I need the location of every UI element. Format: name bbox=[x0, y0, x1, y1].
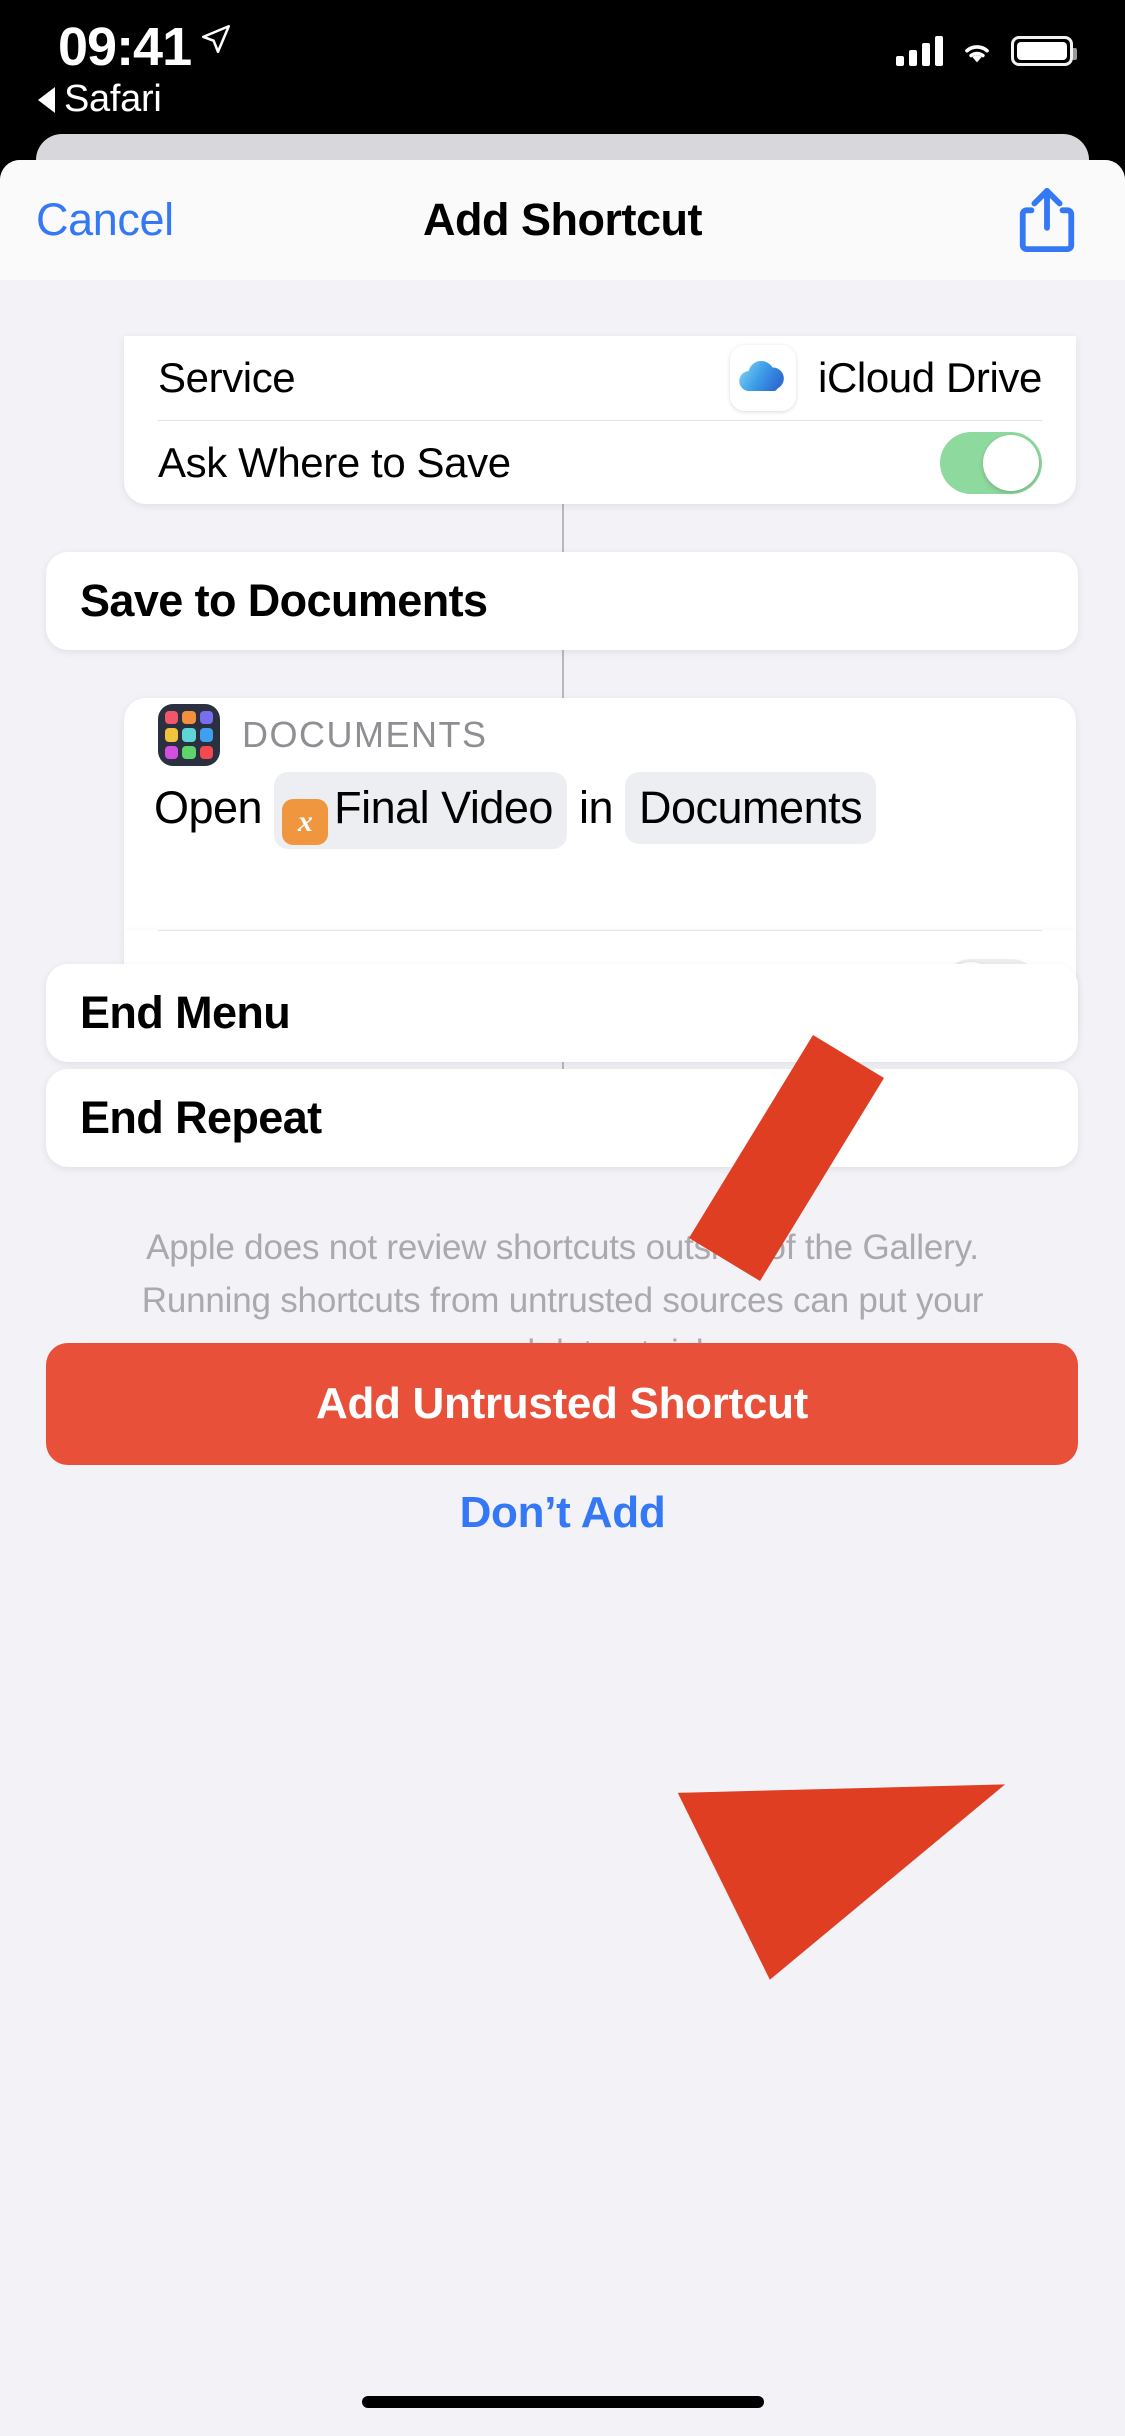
open-middle-word: in bbox=[578, 782, 614, 833]
target-app-token[interactable]: Documents bbox=[625, 772, 877, 844]
end-repeat-action-card[interactable]: End Repeat bbox=[46, 1069, 1078, 1167]
save-to-documents-label: Save to Documents bbox=[80, 575, 488, 626]
home-indicator bbox=[361, 2396, 764, 2408]
sheet-navigation-bar: Cancel Add Shortcut bbox=[0, 160, 1125, 280]
status-bar-time: 09:41 bbox=[58, 17, 192, 77]
open-prefix: Open bbox=[154, 782, 263, 833]
dont-add-button[interactable]: Don’t Add bbox=[0, 1488, 1125, 1538]
icloud-drive-icon bbox=[730, 345, 797, 411]
variable-chip-icon: x bbox=[282, 799, 329, 845]
back-link-label: Safari bbox=[64, 78, 162, 120]
service-value[interactable]: iCloud Drive bbox=[730, 345, 1042, 411]
ask-where-to-save-label: Ask Where to Save bbox=[158, 438, 511, 486]
back-triangle-icon bbox=[38, 86, 55, 113]
save-file-action-card[interactable]: Service iCloud Drive Ask Where to Save bbox=[124, 336, 1076, 504]
documents-app-name: DOCUMENTS bbox=[242, 714, 488, 755]
ask-where-to-save-toggle[interactable] bbox=[940, 431, 1042, 494]
end-repeat-label: End Repeat bbox=[80, 1092, 322, 1143]
location-arrow-icon bbox=[201, 24, 231, 54]
open-action-description: Open x Final Video in Documents bbox=[124, 772, 1076, 849]
status-bar-indicators bbox=[896, 26, 1077, 66]
page-title: Add Shortcut bbox=[423, 194, 702, 245]
service-row[interactable]: Service iCloud Drive bbox=[124, 336, 1076, 420]
back-to-safari-link[interactable]: Safari bbox=[38, 78, 162, 121]
wifi-icon bbox=[965, 45, 989, 63]
add-shortcut-sheet: Cancel Add Shortcut Service iCloud Drive… bbox=[0, 160, 1125, 2436]
status-bar: 09:41 bbox=[0, 0, 1125, 132]
documents-app-icon bbox=[158, 704, 220, 766]
end-menu-row[interactable]: End Menu bbox=[46, 964, 1078, 1062]
documents-app-header: DOCUMENTS bbox=[124, 698, 1076, 772]
variable-name: Final Video bbox=[334, 782, 553, 833]
save-to-documents-action-card[interactable]: Save to Documents bbox=[46, 552, 1078, 650]
toggle-knob bbox=[983, 434, 1039, 491]
end-repeat-row[interactable]: End Repeat bbox=[46, 1069, 1078, 1167]
share-icon[interactable] bbox=[1019, 187, 1075, 253]
service-value-label: iCloud Drive bbox=[818, 354, 1042, 401]
documents-open-action-card[interactable]: DOCUMENTS Open x Final Video in Documents bbox=[124, 698, 1076, 930]
save-to-documents-row[interactable]: Save to Documents bbox=[46, 552, 1078, 650]
iphone-screen: 09:41 Safari Cancel Add Shortcut Service… bbox=[0, 0, 1125, 2436]
variable-token[interactable]: x Final Video bbox=[274, 772, 567, 849]
end-menu-action-card[interactable]: End Menu bbox=[46, 964, 1078, 1062]
signal-bars-icon bbox=[896, 36, 943, 66]
ask-where-to-save-row[interactable]: Ask Where to Save bbox=[124, 421, 1076, 504]
service-label: Service bbox=[158, 354, 296, 401]
battery-icon bbox=[1011, 36, 1077, 66]
add-untrusted-shortcut-button[interactable]: Add Untrusted Shortcut bbox=[46, 1343, 1078, 1465]
end-menu-label: End Menu bbox=[80, 987, 291, 1038]
cancel-button[interactable]: Cancel bbox=[36, 194, 174, 246]
